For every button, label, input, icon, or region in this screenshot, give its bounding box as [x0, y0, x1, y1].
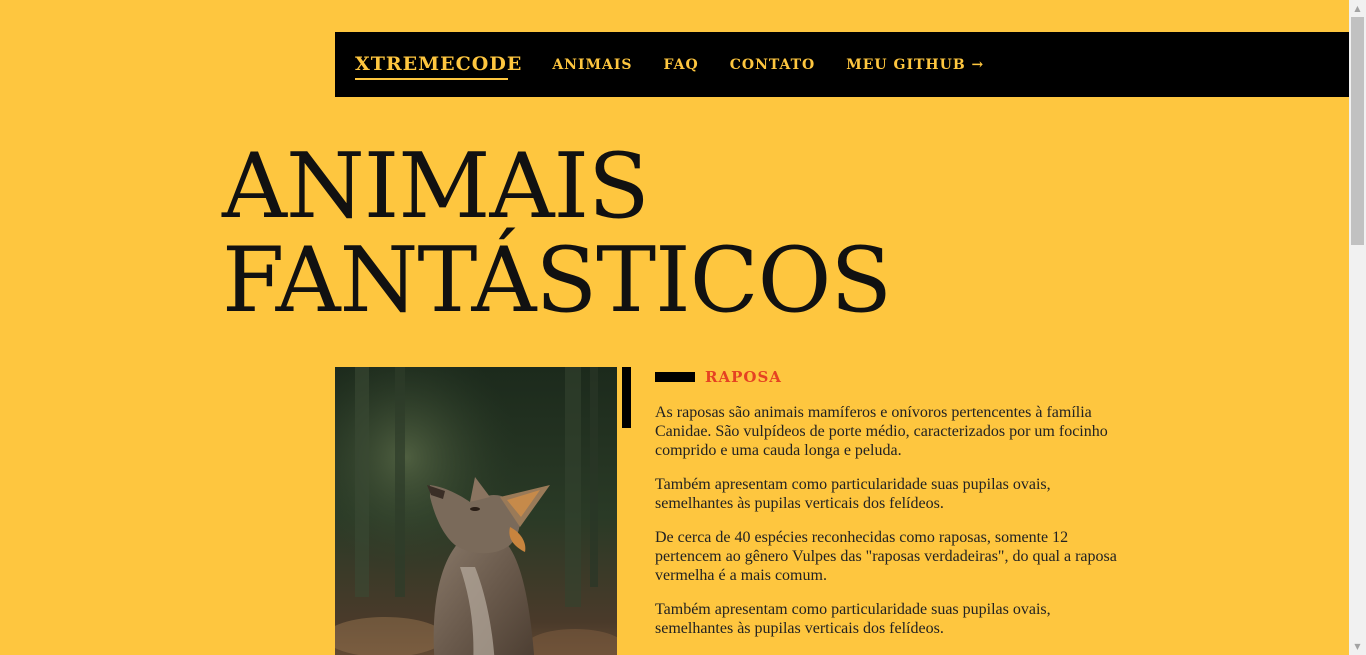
scroll-up-arrow-icon[interactable]: ▲: [1349, 0, 1366, 17]
description-paragraph: Também apresentam como particularidade s…: [655, 476, 1051, 512]
nav-link-faq[interactable]: FAQ: [664, 58, 699, 72]
scroll-down-arrow-icon[interactable]: ▼: [1349, 638, 1366, 655]
page: XTREMECODE ANIMAIS FAQ CONTATO MEU GITHU…: [0, 0, 1366, 655]
page-title-line1: ANIMAIS: [222, 134, 650, 239]
scrollbar-thumb[interactable]: [1351, 17, 1364, 245]
description-paragraph: De cerca de 40 espécies reconhecidas com…: [655, 529, 1117, 584]
fox-photo: [335, 367, 617, 655]
page-title-line2: FANTÁSTICOS: [222, 228, 892, 333]
nav-link-contato[interactable]: CONTATO: [730, 58, 816, 72]
section-marker: [622, 367, 631, 428]
top-navigation: XTREMECODE ANIMAIS FAQ CONTATO MEU GITHU…: [335, 32, 1349, 97]
brand-link[interactable]: XTREMECODE: [355, 55, 522, 80]
title-bar-decoration: [655, 372, 695, 382]
description-paragraph: Também apresentam como particularidade s…: [655, 601, 1051, 637]
page-title: ANIMAIS FANTÁSTICOS: [222, 134, 892, 333]
description-paragraph: As raposas são animais mamíferos e onívo…: [655, 404, 1108, 459]
description-header: RAPOSA: [655, 367, 1125, 387]
vertical-scrollbar[interactable]: ▲ ▼: [1349, 0, 1366, 655]
animal-description: RAPOSA As raposas são animais mamíferos …: [655, 367, 1125, 653]
animal-title: RAPOSA: [705, 368, 782, 386]
nav-link-animais[interactable]: ANIMAIS: [552, 58, 632, 72]
nav-link-github[interactable]: MEU GITHUB →: [846, 58, 984, 72]
